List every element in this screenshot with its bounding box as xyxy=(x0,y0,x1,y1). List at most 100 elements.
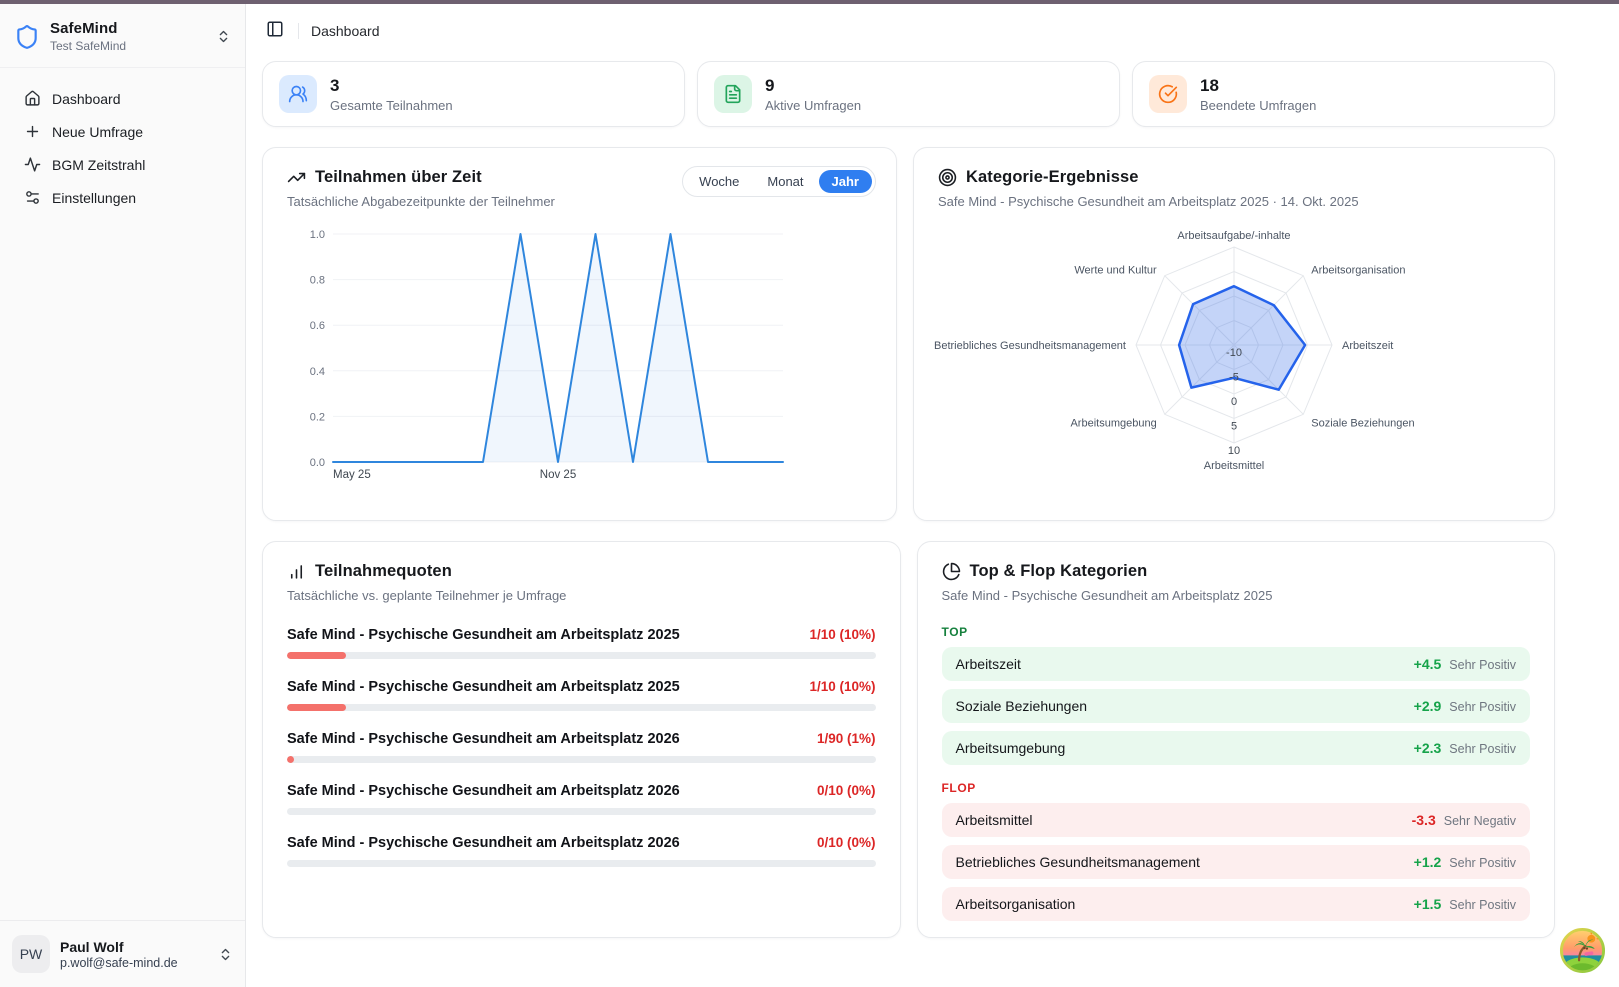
sidebar-item-einstellungen[interactable]: Einstellungen xyxy=(10,181,235,214)
org-name: Test SafeMind xyxy=(50,39,206,53)
shield-logo-icon xyxy=(14,24,40,50)
target-icon xyxy=(938,168,957,187)
trending-up-icon xyxy=(287,168,306,187)
panel-left-icon xyxy=(266,20,284,41)
sidebar-item-bgm-zeitstrahl[interactable]: BGM Zeitstrahl xyxy=(10,148,235,181)
category-sentiment: Sehr Positiv xyxy=(1449,898,1516,912)
svg-text:Arbeitsaufgabe/-inhalte: Arbeitsaufgabe/-inhalte xyxy=(1177,230,1290,242)
settings-sliders-icon xyxy=(24,189,41,206)
user-name: Paul Wolf xyxy=(60,939,208,955)
category-sentiment: Sehr Positiv xyxy=(1449,742,1516,756)
progress-track xyxy=(287,704,876,711)
svg-text:May 25: May 25 xyxy=(333,469,371,481)
org-switcher[interactable]: SafeMind Test SafeMind xyxy=(0,4,245,68)
survey-name: Safe Mind - Psychische Gesundheit am Arb… xyxy=(287,783,680,799)
user-email: p.wolf@safe-mind.de xyxy=(60,956,208,970)
island-widget-button[interactable] xyxy=(1559,927,1606,974)
sidebar-nav: Dashboard Neue Umfrage BGM Zeitstrahl Ei… xyxy=(0,68,245,228)
charts-row: Teilnahmen über Zeit Tatsächliche Abgabe… xyxy=(246,147,1619,521)
sidebar-toggle-button[interactable] xyxy=(264,18,286,43)
category-name: Soziale Beziehungen xyxy=(956,698,1088,714)
activity-icon xyxy=(24,156,41,173)
category-results-card: Kategorie-Ergebnisse Safe Mind - Psychis… xyxy=(913,147,1555,521)
svg-text:Betriebliches Gesundheitsmanag: Betriebliches Gesundheitsmanagement xyxy=(934,340,1126,352)
toggle-woche[interactable]: Woche xyxy=(686,170,752,193)
chevrons-up-down-icon xyxy=(216,29,231,44)
flop-category-row: Arbeitsmittel -3.3 Sehr Negativ xyxy=(942,803,1531,837)
card-title: Teilnahmequoten xyxy=(315,562,452,581)
sidebar-item-neue-umfrage[interactable]: Neue Umfrage xyxy=(10,115,235,148)
quota-value: 0/10 (0%) xyxy=(817,783,876,798)
participation-line-chart: 1.00.80.60.40.20.0May 25Nov 25 xyxy=(287,223,847,479)
plus-icon xyxy=(24,123,41,140)
svg-text:0.0: 0.0 xyxy=(310,457,325,469)
chevrons-up-down-icon xyxy=(218,947,233,962)
category-sentiment: Sehr Positiv xyxy=(1449,856,1516,870)
svg-text:Nov 25: Nov 25 xyxy=(540,469,576,481)
category-name: Arbeitszeit xyxy=(956,656,1021,672)
participation-chart-card: Teilnahmen über Zeit Tatsächliche Abgabe… xyxy=(262,147,897,521)
main-content: Dashboard 3 Gesamte Teilnahmen 9 Aktive … xyxy=(246,4,1619,987)
card-title: Teilnahmen über Zeit xyxy=(315,168,482,187)
home-icon xyxy=(24,90,41,107)
flop-category-row: Arbeitsorganisation +1.5 Sehr Positiv xyxy=(942,887,1531,921)
survey-name: Safe Mind - Psychische Gesundheit am Arb… xyxy=(287,679,680,695)
svg-text:0.4: 0.4 xyxy=(310,366,325,378)
toggle-monat[interactable]: Monat xyxy=(754,170,816,193)
stat-card-beendete-umfragen: 18 Beendete Umfragen xyxy=(1132,61,1555,127)
category-score: +2.9 xyxy=(1414,698,1442,714)
quota-row[interactable]: Safe Mind - Psychische Gesundheit am Arb… xyxy=(287,783,876,815)
svg-text:-5: -5 xyxy=(1229,372,1239,384)
top-section: TOP Arbeitszeit +4.5 Sehr Positiv Sozial… xyxy=(942,625,1531,921)
sidebar-item-label: Neue Umfrage xyxy=(52,124,143,140)
quota-row[interactable]: Safe Mind - Psychische Gesundheit am Arb… xyxy=(287,679,876,711)
progress-track xyxy=(287,808,876,815)
page-header: Dashboard xyxy=(246,4,1619,53)
card-subtitle: Safe Mind - Psychische Gesundheit am Arb… xyxy=(938,194,1530,209)
user-menu[interactable]: PW Paul Wolf p.wolf@safe-mind.de xyxy=(0,920,245,987)
progress-track xyxy=(287,860,876,867)
sidebar-item-dashboard[interactable]: Dashboard xyxy=(10,82,235,115)
category-score: -3.3 xyxy=(1412,812,1436,828)
tropical-island-icon xyxy=(1559,927,1606,974)
participation-quotas-card: Teilnahmequoten Tatsächliche vs. geplant… xyxy=(262,541,901,938)
top-category-row: Soziale Beziehungen +2.9 Sehr Positiv xyxy=(942,689,1531,723)
window-top-strip xyxy=(0,0,1619,4)
flop-section-label: FLOP xyxy=(942,781,1531,795)
svg-text:0.8: 0.8 xyxy=(310,275,325,287)
category-name: Arbeitsumgebung xyxy=(956,740,1066,756)
svg-text:-10: -10 xyxy=(1226,347,1242,359)
category-name: Arbeitsorganisation xyxy=(956,896,1076,912)
toggle-jahr[interactable]: Jahr xyxy=(819,170,872,193)
svg-text:0.6: 0.6 xyxy=(310,320,325,332)
card-subtitle: Safe Mind - Psychische Gesundheit am Arb… xyxy=(942,588,1531,603)
divider xyxy=(298,23,299,39)
progress-fill xyxy=(287,756,294,763)
quota-value: 1/10 (10%) xyxy=(809,627,875,642)
svg-text:0.2: 0.2 xyxy=(310,411,325,423)
progress-track xyxy=(287,756,876,763)
quota-row[interactable]: Safe Mind - Psychische Gesundheit am Arb… xyxy=(287,627,876,659)
stat-value: 9 xyxy=(765,76,861,96)
svg-text:Werte und Kultur: Werte und Kultur xyxy=(1074,265,1157,277)
stat-label: Aktive Umfragen xyxy=(765,98,861,113)
top-section-label: TOP xyxy=(942,625,1531,639)
category-score: +4.5 xyxy=(1414,656,1442,672)
avatar: PW xyxy=(12,935,50,973)
card-title: Top & Flop Kategorien xyxy=(970,562,1148,581)
category-sentiment: Sehr Positiv xyxy=(1449,658,1516,672)
quota-row[interactable]: Safe Mind - Psychische Gesundheit am Arb… xyxy=(287,731,876,763)
category-name: Arbeitsmittel xyxy=(956,812,1033,828)
category-radar-chart: -10-50510Arbeitsaufgabe/-inhalteArbeitso… xyxy=(938,223,1530,475)
stat-card-aktive-umfragen: 9 Aktive Umfragen xyxy=(697,61,1120,127)
svg-text:10: 10 xyxy=(1228,445,1240,457)
users-icon xyxy=(279,75,317,113)
card-subtitle: Tatsächliche vs. geplante Teilnehmer je … xyxy=(287,588,876,603)
sidebar-item-label: Einstellungen xyxy=(52,190,136,206)
lists-row: Teilnahmequoten Tatsächliche vs. geplant… xyxy=(246,541,1619,938)
breadcrumb: Dashboard xyxy=(311,23,380,39)
top-flop-card: Top & Flop Kategorien Safe Mind - Psychi… xyxy=(917,541,1556,938)
stat-value: 3 xyxy=(330,76,453,96)
quota-row[interactable]: Safe Mind - Psychische Gesundheit am Arb… xyxy=(287,835,876,867)
check-circle-icon xyxy=(1149,75,1187,113)
